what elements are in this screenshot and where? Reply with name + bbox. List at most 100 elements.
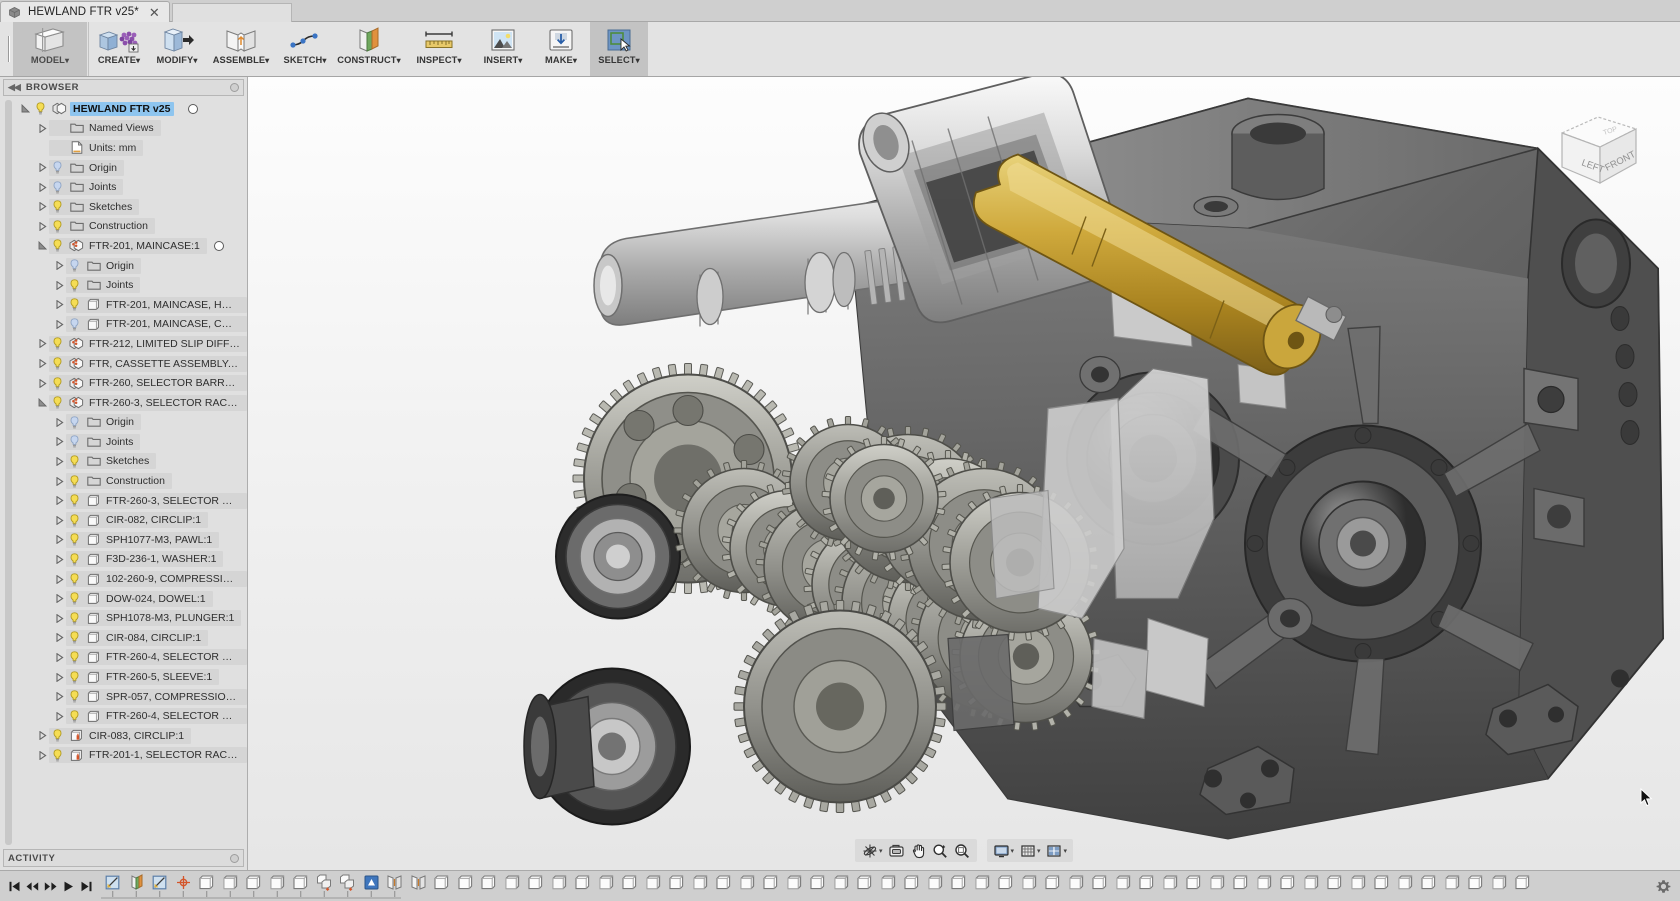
browser-row[interactable]: HEWLAND FTR v25 bbox=[0, 99, 247, 119]
visibility-bulb-icon[interactable] bbox=[49, 161, 66, 174]
visibility-bulb-icon[interactable] bbox=[66, 710, 83, 723]
visibility-bulb-icon[interactable] bbox=[49, 239, 66, 252]
ribbon-construct-button[interactable]: CONSTRUCT▾ bbox=[334, 22, 404, 76]
timeline-feature[interactable] bbox=[1394, 872, 1418, 894]
collapse-arrow-icon[interactable] bbox=[52, 535, 66, 545]
browser-row[interactable]: F3D-236-1, WASHER:1 bbox=[0, 550, 247, 570]
timeline-feature[interactable] bbox=[1441, 872, 1465, 894]
visibility-bulb-icon[interactable] bbox=[66, 651, 83, 664]
browser-row[interactable]: Sketches bbox=[0, 452, 247, 472]
timeline-feature[interactable] bbox=[595, 872, 619, 894]
visibility-bulb-icon[interactable] bbox=[66, 612, 83, 625]
timeline-feature[interactable] bbox=[548, 872, 572, 894]
ribbon-sketch-button[interactable]: SKETCH▾ bbox=[276, 22, 334, 76]
activity-options-icon[interactable] bbox=[230, 853, 239, 863]
timeline-feature[interactable] bbox=[477, 872, 501, 894]
browser-row[interactable]: Sketches bbox=[0, 197, 247, 217]
tab-empty-slot[interactable] bbox=[171, 3, 292, 22]
browser-row[interactable]: 102-260-9, COMPRESSION... bbox=[0, 569, 247, 589]
visibility-bulb-icon[interactable] bbox=[66, 298, 83, 311]
browser-row[interactable]: FTR-260-3, SELECTOR RAC... bbox=[0, 491, 247, 511]
collapse-arrow-icon[interactable] bbox=[35, 359, 49, 369]
ribbon-grip[interactable] bbox=[4, 22, 13, 76]
ribbon-modify-button[interactable]: MODIFY▾ bbox=[148, 22, 206, 76]
timeline-feature[interactable] bbox=[1088, 872, 1112, 894]
browser-row[interactable]: SPH1078-M3, PLUNGER:1 bbox=[0, 608, 247, 628]
collapse-arrow-icon[interactable] bbox=[52, 496, 66, 506]
visibility-bulb-icon[interactable] bbox=[66, 572, 83, 586]
browser-row[interactable]: FTR-201, MAINCASE, HOUS... bbox=[0, 295, 247, 315]
collapse-arrow-icon[interactable] bbox=[52, 692, 66, 702]
document-tab[interactable]: HEWLAND FTR v25* ✕ bbox=[0, 1, 170, 22]
collapse-arrow-icon[interactable] bbox=[35, 182, 49, 192]
workspace-model-button[interactable]: MODEL▾ bbox=[13, 22, 87, 76]
timeline-feature[interactable] bbox=[1511, 872, 1535, 894]
collapse-arrow-icon[interactable] bbox=[52, 652, 66, 662]
viewports-caret[interactable]: ▾ bbox=[1064, 847, 1068, 855]
expand-arrow-icon[interactable] bbox=[18, 104, 32, 113]
timeline-feature[interactable] bbox=[1041, 872, 1065, 894]
timeline-feature[interactable] bbox=[900, 872, 924, 894]
timeline-feature[interactable] bbox=[1417, 872, 1441, 894]
timeline-feature[interactable] bbox=[454, 872, 478, 894]
step-back-icon[interactable] bbox=[24, 876, 41, 896]
browser-row[interactable]: CIR-083, CIRCLIP:1 bbox=[0, 726, 247, 746]
visibility-bulb-icon[interactable] bbox=[49, 200, 66, 213]
collapse-arrow-icon[interactable] bbox=[52, 300, 66, 310]
collapse-arrow-icon[interactable] bbox=[52, 633, 66, 643]
timeline-feature[interactable] bbox=[853, 872, 877, 894]
timeline-feature[interactable] bbox=[1276, 872, 1300, 894]
visibility-bulb-icon[interactable] bbox=[66, 318, 83, 331]
timeline-feature[interactable] bbox=[618, 872, 642, 894]
collapse-arrow-icon[interactable] bbox=[52, 594, 66, 604]
ribbon-assemble-button[interactable]: ASSEMBLE▾ bbox=[206, 22, 276, 76]
timeline-settings-gear-icon[interactable] bbox=[1652, 879, 1674, 894]
collapse-arrow-icon[interactable] bbox=[35, 378, 49, 388]
collapse-arrow-icon[interactable] bbox=[52, 417, 66, 427]
browser-row[interactable]: Joints bbox=[0, 432, 247, 452]
visibility-bulb-icon[interactable] bbox=[66, 533, 83, 546]
timeline-feature[interactable] bbox=[1370, 872, 1394, 894]
visibility-bulb-icon[interactable] bbox=[66, 416, 83, 429]
jump-to-end-icon[interactable] bbox=[78, 876, 95, 896]
collapse-arrow-icon[interactable] bbox=[52, 261, 66, 271]
visibility-bulb-icon[interactable] bbox=[49, 181, 66, 194]
timeline-feature[interactable] bbox=[1206, 872, 1230, 894]
grid-snaps-caret[interactable]: ▾ bbox=[1037, 847, 1041, 855]
visibility-bulb-icon[interactable] bbox=[49, 357, 66, 370]
timeline-feature[interactable] bbox=[1464, 872, 1488, 894]
activity-panel-header[interactable]: ACTIVITY bbox=[3, 849, 244, 867]
browser-row[interactable]: SPH1077-M3, PAWL:1 bbox=[0, 530, 247, 550]
visibility-bulb-icon[interactable] bbox=[66, 553, 83, 566]
component-activate-radio[interactable] bbox=[188, 103, 199, 114]
timeline-feature[interactable] bbox=[971, 872, 995, 894]
timeline-feature[interactable] bbox=[924, 872, 948, 894]
view-cube[interactable]: LEFT FRONT TOP bbox=[1540, 91, 1658, 191]
timeline-feature[interactable] bbox=[524, 872, 548, 894]
browser-row[interactable]: Units: mm bbox=[0, 138, 247, 158]
visibility-bulb-icon[interactable] bbox=[49, 337, 66, 350]
browser-row[interactable]: FTR, CASSETTE ASSEMBLY, 6 SI... bbox=[0, 354, 247, 374]
visibility-bulb-icon[interactable] bbox=[66, 631, 83, 644]
ribbon-make-button[interactable]: MAKE▾ bbox=[532, 22, 590, 76]
collapse-arrow-icon[interactable] bbox=[52, 574, 66, 584]
timeline-feature[interactable] bbox=[994, 872, 1018, 894]
grid-snaps-icon[interactable] bbox=[1017, 841, 1038, 860]
visibility-bulb-icon[interactable] bbox=[49, 376, 66, 390]
browser-row[interactable]: FTR-260-4, SELECTOR RAC... bbox=[0, 706, 247, 726]
collapse-arrow-icon[interactable] bbox=[52, 437, 66, 447]
visibility-bulb-icon[interactable] bbox=[66, 592, 83, 605]
expand-arrow-icon[interactable] bbox=[35, 241, 49, 250]
browser-row[interactable]: SPR-057, COMPRESSION SP... bbox=[0, 687, 247, 707]
collapse-arrow-icon[interactable] bbox=[52, 456, 66, 466]
browser-row[interactable]: Joints bbox=[0, 275, 247, 295]
visibility-bulb-icon[interactable] bbox=[66, 435, 83, 448]
browser-row[interactable]: FTR-201, MAINCASE:1 bbox=[0, 236, 247, 256]
browser-row[interactable]: FTR-260-3, SELECTOR RACK AS... bbox=[0, 393, 247, 413]
timeline-feature[interactable] bbox=[665, 872, 689, 894]
visibility-bulb-icon[interactable] bbox=[32, 102, 49, 115]
browser-row[interactable]: FTR-260-5, SLEEVE:1 bbox=[0, 667, 247, 687]
timeline-feature[interactable] bbox=[783, 872, 807, 894]
ribbon-insert-button[interactable]: INSERT▾ bbox=[474, 22, 532, 76]
timeline-feature[interactable] bbox=[1182, 872, 1206, 894]
